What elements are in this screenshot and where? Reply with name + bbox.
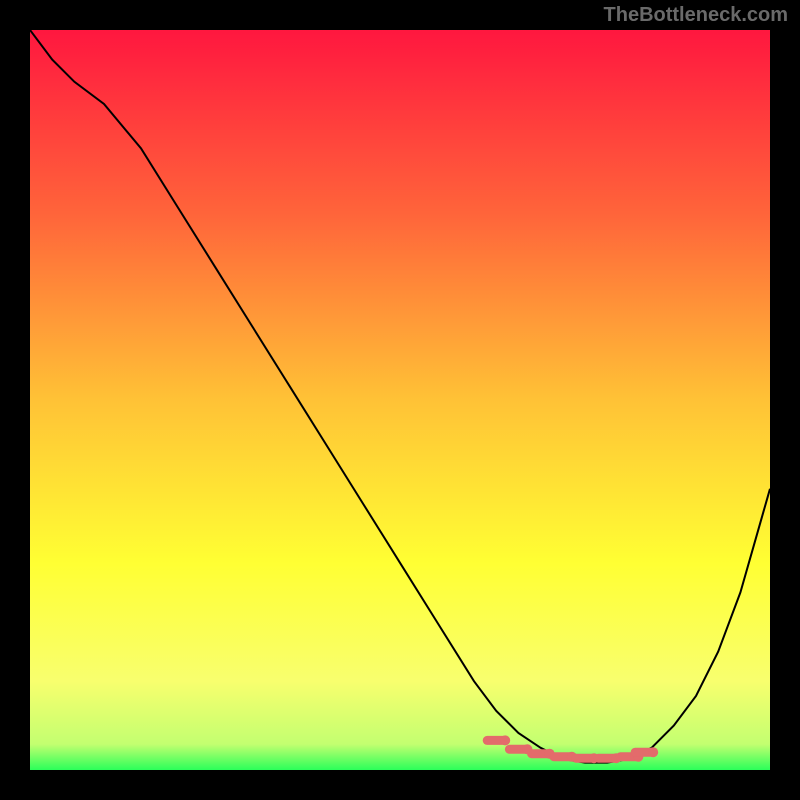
chart-svg [30, 30, 770, 770]
gradient-background [30, 30, 770, 770]
bottleneck-chart [30, 30, 770, 770]
optimal-marker-dot [500, 735, 510, 745]
optimal-marker-dot [648, 747, 658, 757]
watermark-text: TheBottleneck.com [604, 4, 788, 27]
